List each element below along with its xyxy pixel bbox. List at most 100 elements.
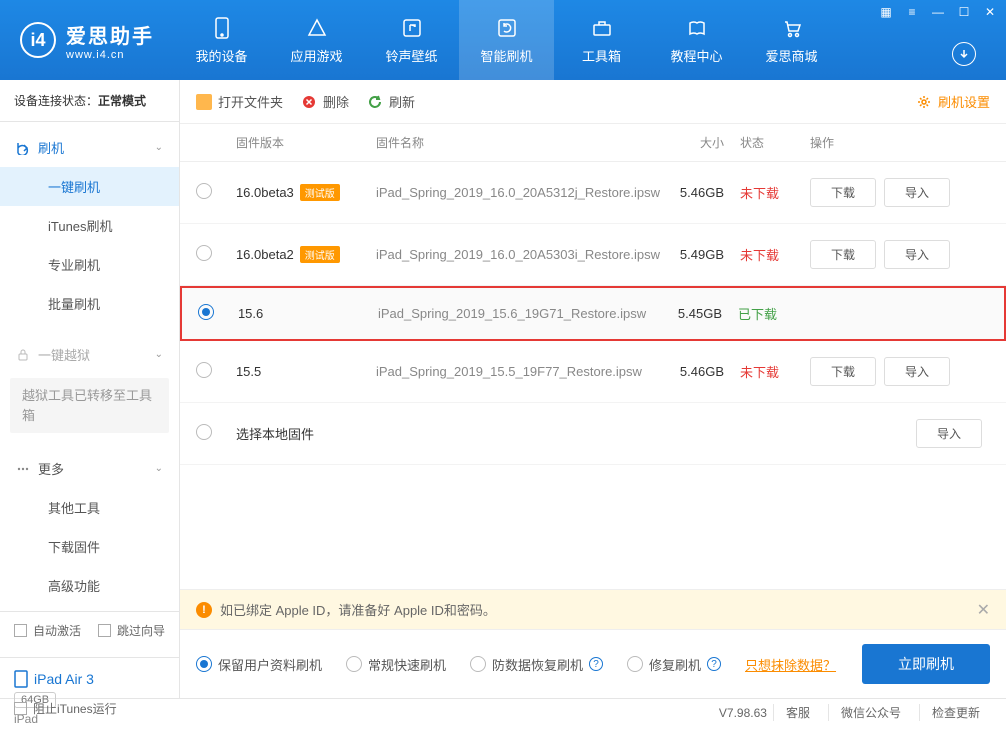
firmware-status: 未下载 xyxy=(740,183,810,202)
app-name: 爱思助手 xyxy=(66,26,154,48)
firmware-version: 15.5 xyxy=(236,364,376,379)
opt-repair[interactable]: 修复刷机? xyxy=(627,655,721,674)
toolbar: 打开文件夹 删除 刷新 刷机设置 xyxy=(180,80,1006,124)
import-button[interactable]: 导入 xyxy=(884,357,950,386)
nav-my-device[interactable]: 我的设备 xyxy=(174,0,269,80)
firmware-row[interactable]: 15.6iPad_Spring_2019_15.6_19G71_Restore.… xyxy=(180,286,1006,341)
col-name-header: 固件名称 xyxy=(376,134,660,151)
minimize-icon[interactable]: — xyxy=(930,5,946,19)
firmware-filename: iPad_Spring_2019_15.5_19F77_Restore.ipsw xyxy=(376,364,660,379)
app-url: www.i4.cn xyxy=(66,49,154,61)
firmware-filename: iPad_Spring_2019_16.0_20A5312j_Restore.i… xyxy=(376,185,660,200)
beta-badge: 测试版 xyxy=(300,246,340,263)
help-icon[interactable]: ? xyxy=(707,657,721,671)
nav-ringtones[interactable]: 铃声壁纸 xyxy=(364,0,459,80)
opt-normal[interactable]: 常规快速刷机 xyxy=(346,655,446,674)
maximize-icon[interactable]: ☐ xyxy=(956,5,972,19)
opt-anti-recovery[interactable]: 防数据恢复刷机? xyxy=(470,655,603,674)
warning-icon: ! xyxy=(196,602,212,618)
device-icon xyxy=(210,16,234,40)
delete-icon xyxy=(301,94,317,110)
delete-button[interactable]: 删除 xyxy=(301,92,349,111)
firmware-status: 未下载 xyxy=(740,245,810,264)
ipad-icon xyxy=(14,670,28,688)
sidebar-item-batch-flash[interactable]: 批量刷机 xyxy=(0,284,179,323)
check-update-link[interactable]: 检查更新 xyxy=(919,704,992,721)
device-name[interactable]: iPad Air 3 xyxy=(14,670,165,688)
sidebar-item-download-firmware[interactable]: 下载固件 xyxy=(0,527,179,566)
table-header: 固件版本 固件名称 大小 状态 操作 xyxy=(180,124,1006,162)
sidebar-item-pro-flash[interactable]: 专业刷机 xyxy=(0,245,179,284)
auto-activate-checkbox[interactable]: 自动激活 xyxy=(14,622,81,639)
firmware-status: 已下载 xyxy=(738,304,808,323)
download-button[interactable]: 下载 xyxy=(810,357,876,386)
chevron-down-icon: ⌄ xyxy=(155,142,163,153)
col-action-header: 操作 xyxy=(810,134,990,151)
erase-data-link[interactable]: 只想抹除数据？ xyxy=(745,655,836,674)
refresh-button[interactable]: 刷新 xyxy=(367,92,415,111)
firmware-status: 未下载 xyxy=(740,362,810,381)
list-icon[interactable]: ≡ xyxy=(904,5,920,19)
close-icon[interactable]: ✕ xyxy=(982,5,998,19)
chevron-down-icon: ⌄ xyxy=(155,463,163,474)
wechat-link[interactable]: 微信公众号 xyxy=(828,704,913,721)
skip-guide-checkbox[interactable]: 跳过向导 xyxy=(98,622,165,639)
nav-tutorials[interactable]: 教程中心 xyxy=(649,0,744,80)
version-label: V7.98.63 xyxy=(719,706,767,720)
radio-firmware[interactable] xyxy=(196,183,212,199)
flash-settings-button[interactable]: 刷机设置 xyxy=(916,92,990,111)
refresh-icon xyxy=(367,94,383,110)
notice-bar: ! 如已绑定 Apple ID，请准备好 Apple ID和密码。 ✕ xyxy=(180,589,1006,629)
local-firmware-row[interactable]: 选择本地固件 导入 xyxy=(180,403,1006,465)
sidebar-item-itunes-flash[interactable]: iTunes刷机 xyxy=(0,206,179,245)
download-manager-icon[interactable] xyxy=(952,42,976,66)
radio-firmware[interactable] xyxy=(196,362,212,378)
refresh-icon xyxy=(495,16,519,40)
nav-apps[interactable]: 应用游戏 xyxy=(269,0,364,80)
sidebar-flash-header[interactable]: 刷机 ⌄ xyxy=(0,128,179,167)
firmware-version: 16.0beta2测试版 xyxy=(236,246,376,263)
firmware-row[interactable]: 16.0beta2测试版iPad_Spring_2019_16.0_20A530… xyxy=(180,224,1006,286)
toolbox-icon xyxy=(590,16,614,40)
nav-flash[interactable]: 智能刷机 xyxy=(459,0,554,80)
firmware-row[interactable]: 15.5iPad_Spring_2019_15.5_19F77_Restore.… xyxy=(180,341,1006,403)
book-icon xyxy=(685,16,709,40)
chevron-down-icon: ⌄ xyxy=(155,349,163,360)
sidebar-more-header[interactable]: 更多 ⌄ xyxy=(0,449,179,488)
notice-close-icon[interactable]: ✕ xyxy=(977,600,990,620)
support-link[interactable]: 客服 xyxy=(773,704,822,721)
block-itunes-checkbox[interactable]: 阻止iTunes运行 xyxy=(14,700,117,717)
firmware-size: 5.49GB xyxy=(660,247,740,262)
firmware-row[interactable]: 16.0beta3测试版iPad_Spring_2019_16.0_20A531… xyxy=(180,162,1006,224)
firmware-size: 5.46GB xyxy=(660,364,740,379)
col-status-header: 状态 xyxy=(740,134,810,151)
sidebar-item-advanced[interactable]: 高级功能 xyxy=(0,566,179,605)
sidebar-item-other-tools[interactable]: 其他工具 xyxy=(0,488,179,527)
menu-icon[interactable]: ▦ xyxy=(878,5,894,19)
firmware-filename: iPad_Spring_2019_16.0_20A5303i_Restore.i… xyxy=(376,247,660,262)
col-size-header: 大小 xyxy=(660,134,740,151)
flash-now-button[interactable]: 立即刷机 xyxy=(862,644,990,684)
firmware-filename: iPad_Spring_2019_15.6_19G71_Restore.ipsw xyxy=(378,306,658,321)
nav-store[interactable]: 爱思商城 xyxy=(744,0,839,80)
radio-local[interactable] xyxy=(196,424,212,440)
open-folder-button[interactable]: 打开文件夹 xyxy=(196,92,283,111)
gear-icon xyxy=(916,94,932,110)
cart-icon xyxy=(780,16,804,40)
import-button[interactable]: 导入 xyxy=(884,240,950,269)
folder-icon xyxy=(196,94,212,110)
import-button[interactable]: 导入 xyxy=(884,178,950,207)
download-button[interactable]: 下载 xyxy=(810,178,876,207)
flash-icon xyxy=(16,141,30,155)
beta-badge: 测试版 xyxy=(300,184,340,201)
sidebar-item-oneclick-flash[interactable]: 一键刷机 xyxy=(0,167,179,206)
notice-text: 如已绑定 Apple ID，请准备好 Apple ID和密码。 xyxy=(220,600,496,619)
import-button[interactable]: 导入 xyxy=(916,419,982,448)
nav-toolbox[interactable]: 工具箱 xyxy=(554,0,649,80)
help-icon[interactable]: ? xyxy=(589,657,603,671)
sidebar-jailbreak-header[interactable]: 一键越狱 ⌄ xyxy=(0,335,179,374)
download-button[interactable]: 下载 xyxy=(810,240,876,269)
radio-firmware[interactable] xyxy=(196,245,212,261)
radio-firmware[interactable] xyxy=(198,304,214,320)
opt-keep-data[interactable]: 保留用户资料刷机 xyxy=(196,655,322,674)
